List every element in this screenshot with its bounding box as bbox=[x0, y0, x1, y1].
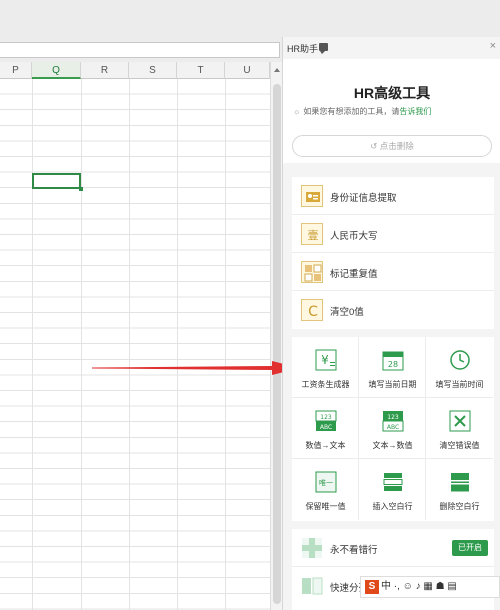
tile-label: 删除空白行 bbox=[439, 502, 480, 511]
suggestion-text: ☼ 如果您有想添加的工具，请告诉我们 bbox=[293, 106, 493, 117]
tile-label: 插入空白行 bbox=[372, 502, 413, 511]
tool-label: 标记重复值 bbox=[330, 269, 378, 280]
calendar-icon: 28 bbox=[382, 351, 404, 371]
selected-cell[interactable] bbox=[32, 173, 83, 191]
tile-unique-values[interactable]: 唯一 保留唯一值 bbox=[292, 459, 359, 520]
clear-zero-icon: C bbox=[301, 299, 323, 321]
search-field[interactable]: ↺ 点击删除 bbox=[292, 135, 492, 157]
column-headers: P Q R S T U bbox=[0, 62, 270, 79]
column-header-q[interactable]: Q bbox=[32, 62, 81, 79]
tile-label: 文本→数值 bbox=[372, 441, 413, 450]
payslip-icon: ¥ bbox=[315, 349, 337, 371]
tile-label: 填写当前日期 bbox=[368, 380, 417, 389]
column-header-t[interactable]: T bbox=[177, 62, 225, 79]
tile-insert-blank-rows[interactable]: 插入空白行 bbox=[359, 459, 426, 520]
tile-number-to-text[interactable]: 123 ABC 数值→文本 bbox=[292, 398, 359, 459]
svg-text:C: C bbox=[308, 304, 318, 320]
toolbar-area bbox=[0, 0, 500, 37]
column-header-u[interactable]: U bbox=[225, 62, 270, 79]
row-highlight-icon bbox=[302, 538, 322, 558]
tile-delete-blank-rows[interactable]: 删除空白行 bbox=[426, 459, 493, 520]
scroll-up-icon[interactable] bbox=[274, 68, 280, 72]
tool-label: 清空0值 bbox=[330, 307, 364, 318]
column-header-r[interactable]: R bbox=[81, 62, 129, 79]
tile-label: 清空错误值 bbox=[439, 441, 480, 450]
cell-grid[interactable] bbox=[0, 79, 270, 610]
lightbulb-icon: ☼ bbox=[293, 107, 301, 116]
tool-item-row-highlight[interactable]: 永不看错行 已开启 bbox=[292, 529, 494, 567]
tool-item-id-extract[interactable]: 身份证信息提取 bbox=[292, 177, 494, 215]
tool-item-mark-duplicates[interactable]: 标记重复值 bbox=[292, 253, 494, 291]
text-to-number-icon: 123 ABC bbox=[382, 411, 404, 432]
ime-icons: 中 ·, ☺ ♪ ▦ ☗ ▤ bbox=[381, 581, 457, 592]
tile-fill-time[interactable]: 填写当前时间 bbox=[426, 337, 493, 398]
svg-text:ABC: ABC bbox=[320, 424, 332, 431]
enabled-badge[interactable]: 已开启 bbox=[452, 540, 488, 556]
tile-payslip-generator[interactable]: ¥ 工资条生成器 bbox=[292, 337, 359, 398]
svg-text:28: 28 bbox=[388, 360, 398, 369]
duplicate-mark-icon bbox=[301, 261, 323, 283]
panel-tab-title: HR助手 bbox=[287, 44, 318, 54]
svg-text:123: 123 bbox=[320, 414, 332, 421]
red-arrow-annotation bbox=[92, 361, 300, 375]
grid-line bbox=[81, 79, 82, 610]
grid-line bbox=[32, 79, 33, 610]
tool-label: 人民币大写 bbox=[330, 231, 378, 242]
panel-hero: HR高级工具 ☼ 如果您有想添加的工具，请告诉我们 ↺ 点击删除 bbox=[283, 59, 500, 163]
split-column-icon bbox=[302, 577, 323, 595]
spreadsheet-window: P Q R S T U HR助手 × HR高级工具 ☼ 如果您有想添加的工具，请… bbox=[0, 0, 500, 610]
suggestion-prefix: 如果您有想添加的工具，请 bbox=[303, 107, 400, 116]
hr-assistant-panel: HR助手 × HR高级工具 ☼ 如果您有想添加的工具，请告诉我们 ↺ 点击删除 身… bbox=[282, 37, 500, 610]
chat-icon[interactable] bbox=[319, 43, 328, 54]
feedback-link[interactable]: 告诉我们 bbox=[399, 107, 431, 116]
svg-text:唯一: 唯一 bbox=[319, 478, 333, 487]
clock-icon bbox=[450, 350, 470, 370]
tool-list: 身份证信息提取 壹 人民币大写 标记重复值 C 清空0值 bbox=[292, 177, 494, 329]
clear-error-icon bbox=[449, 410, 471, 432]
unique-value-icon: 唯一 bbox=[315, 471, 337, 493]
spreadsheet-grid[interactable]: P Q R S T U bbox=[0, 62, 270, 610]
grid-line bbox=[225, 79, 226, 610]
tile-label: 数值→文本 bbox=[305, 441, 346, 450]
grid-line bbox=[177, 79, 178, 610]
tile-clear-errors[interactable]: 清空错误值 bbox=[426, 398, 493, 459]
tool-item-rmb-uppercase[interactable]: 壹 人民币大写 bbox=[292, 215, 494, 253]
svg-text:ABC: ABC bbox=[387, 424, 399, 431]
tool-label: 永不看错行 bbox=[330, 545, 378, 556]
svg-text:壹: 壹 bbox=[308, 229, 319, 242]
panel-heading: HR高级工具 bbox=[353, 85, 431, 101]
column-header-p[interactable]: P bbox=[0, 62, 32, 79]
tool-tiles: ¥ 工资条生成器 28 填写当前日期 填写当前时间 123 ABC 数值→文本 1… bbox=[292, 337, 494, 521]
insert-row-icon bbox=[383, 473, 403, 491]
rmb-icon: 壹 bbox=[301, 223, 323, 245]
input-method-toolbar[interactable]: S中 ·, ☺ ♪ ▦ ☗ ▤ bbox=[360, 576, 500, 598]
column-header-s[interactable]: S bbox=[129, 62, 177, 79]
tool-label: 身份证信息提取 bbox=[330, 193, 397, 204]
tile-fill-date[interactable]: 28 填写当前日期 bbox=[359, 337, 426, 398]
close-icon[interactable]: × bbox=[490, 40, 496, 52]
tile-label: 保留唯一值 bbox=[305, 502, 346, 511]
tile-text-to-number[interactable]: 123 ABC 文本→数值 bbox=[359, 398, 426, 459]
number-to-text-icon: 123 ABC bbox=[315, 410, 337, 431]
svg-text:123: 123 bbox=[387, 414, 399, 421]
id-card-icon bbox=[301, 185, 323, 207]
tool-item-clear-zero[interactable]: C 清空0值 bbox=[292, 291, 494, 329]
formula-bar[interactable] bbox=[0, 42, 280, 58]
tile-label: 填写当前时间 bbox=[435, 380, 484, 389]
panel-header: HR助手 × bbox=[283, 37, 500, 59]
undo-icon: ↺ bbox=[370, 141, 380, 151]
vertical-scrollbar[interactable] bbox=[270, 62, 282, 610]
tile-label: 工资条生成器 bbox=[301, 380, 350, 389]
grid-line bbox=[129, 79, 130, 610]
svg-text:¥: ¥ bbox=[321, 353, 329, 367]
search-placeholder: 点击删除 bbox=[379, 141, 414, 151]
sogou-logo-icon: S bbox=[365, 580, 379, 594]
delete-row-icon bbox=[451, 473, 469, 492]
scrollbar-thumb[interactable] bbox=[273, 84, 281, 604]
